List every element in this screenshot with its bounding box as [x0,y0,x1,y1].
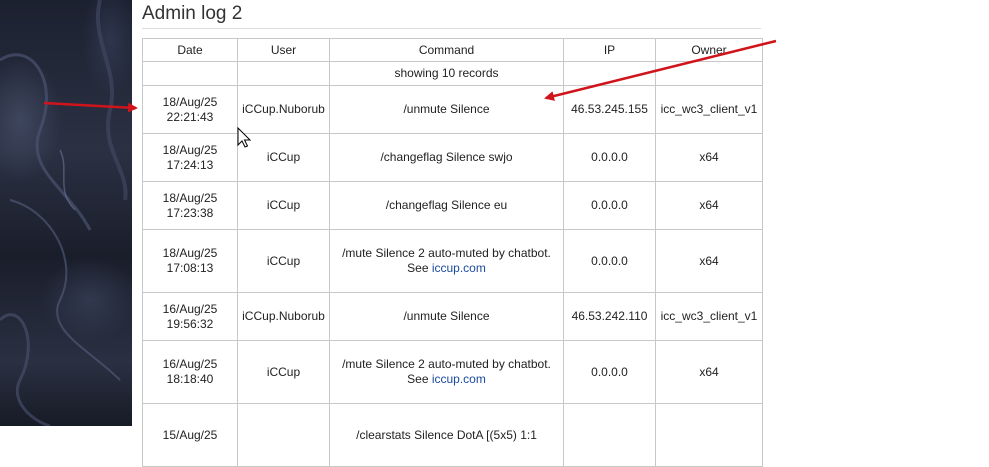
command-cell: /clearstats Silence DotA [(5x5) 1:1 [329,403,564,467]
table-row: 18/Aug/25 17:23:38 iCCup /changeflag Sile… [142,181,763,230]
user-cell: iCCup [237,229,330,293]
user-cell: iCCup.Nuborub [237,85,330,134]
user-cell [237,403,330,467]
ip-cell: 46.53.245.155 [563,85,656,134]
user-cell: iCCup [237,340,330,404]
ip-cell [563,403,656,467]
admin-log-table: Date User Command IP Owner showing 10 re… [142,38,763,467]
command-cell: /changeflag Silence swjo [329,133,564,182]
owner-cell: x64 [655,340,763,404]
iccup-link[interactable]: iccup.com [432,261,486,275]
background-artwork [0,0,132,426]
column-header-command: Command [329,38,564,62]
column-header-ip: IP [563,38,656,62]
table-row: 16/Aug/25 19:56:32 iCCup.Nuborub /unmute … [142,292,763,341]
date-cell: 16/Aug/25 19:56:32 [142,292,238,341]
column-header-owner: Owner [655,38,763,62]
owner-cell: icc_wc3_client_v1 [655,292,763,341]
owner-cell: icc_wc3_client_v1 [655,85,763,134]
page-title: Admin log 2 [142,3,243,24]
table-row: 18/Aug/25 17:08:13 iCCup /mute Silence 2 … [142,229,763,293]
background-dragon-art [0,0,128,426]
owner-cell [655,403,763,467]
owner-cell: x64 [655,181,763,230]
table-row: 18/Aug/25 17:24:13 iCCup /changeflag Sile… [142,133,763,182]
command-cell: /mute Silence 2 auto-muted by chatbot. Se… [329,340,564,404]
table-row: 16/Aug/25 18:18:40 iCCup /mute Silence 2 … [142,340,763,404]
owner-cell: x64 [655,133,763,182]
table-row: 15/Aug/25 /clearstats Silence DotA [(5x5… [142,403,763,467]
records-count: showing 10 records [329,61,564,86]
user-cell: iCCup.Nuborub [237,292,330,341]
ip-cell: 0.0.0.0 [563,340,656,404]
ip-cell: 0.0.0.0 [563,181,656,230]
ip-cell: 46.53.242.110 [563,292,656,341]
date-cell: 18/Aug/25 22:21:43 [142,85,238,134]
title-divider [142,28,761,29]
records-info-row: showing 10 records [142,61,763,86]
iccup-link[interactable]: iccup.com [432,372,486,386]
main-content: Admin log 2 Date User Command IP Owner s… [132,0,989,467]
column-header-user: User [237,38,330,62]
date-cell: 16/Aug/25 18:18:40 [142,340,238,404]
date-cell: 18/Aug/25 17:23:38 [142,181,238,230]
command-cell: /changeflag Silence eu [329,181,564,230]
command-cell: /unmute Silence [329,292,564,341]
command-cell: /unmute Silence [329,85,564,134]
column-header-date: Date [142,38,238,62]
owner-cell: x64 [655,229,763,293]
date-cell: 15/Aug/25 [142,403,238,467]
user-cell: iCCup [237,181,330,230]
command-cell: /mute Silence 2 auto-muted by chatbot. Se… [329,229,564,293]
table-header-row: Date User Command IP Owner [142,38,763,62]
ip-cell: 0.0.0.0 [563,133,656,182]
user-cell: iCCup [237,133,330,182]
ip-cell: 0.0.0.0 [563,229,656,293]
date-cell: 18/Aug/25 17:24:13 [142,133,238,182]
date-cell: 18/Aug/25 17:08:13 [142,229,238,293]
table-row: 18/Aug/25 22:21:43 iCCup.Nuborub /unmute … [142,85,763,134]
